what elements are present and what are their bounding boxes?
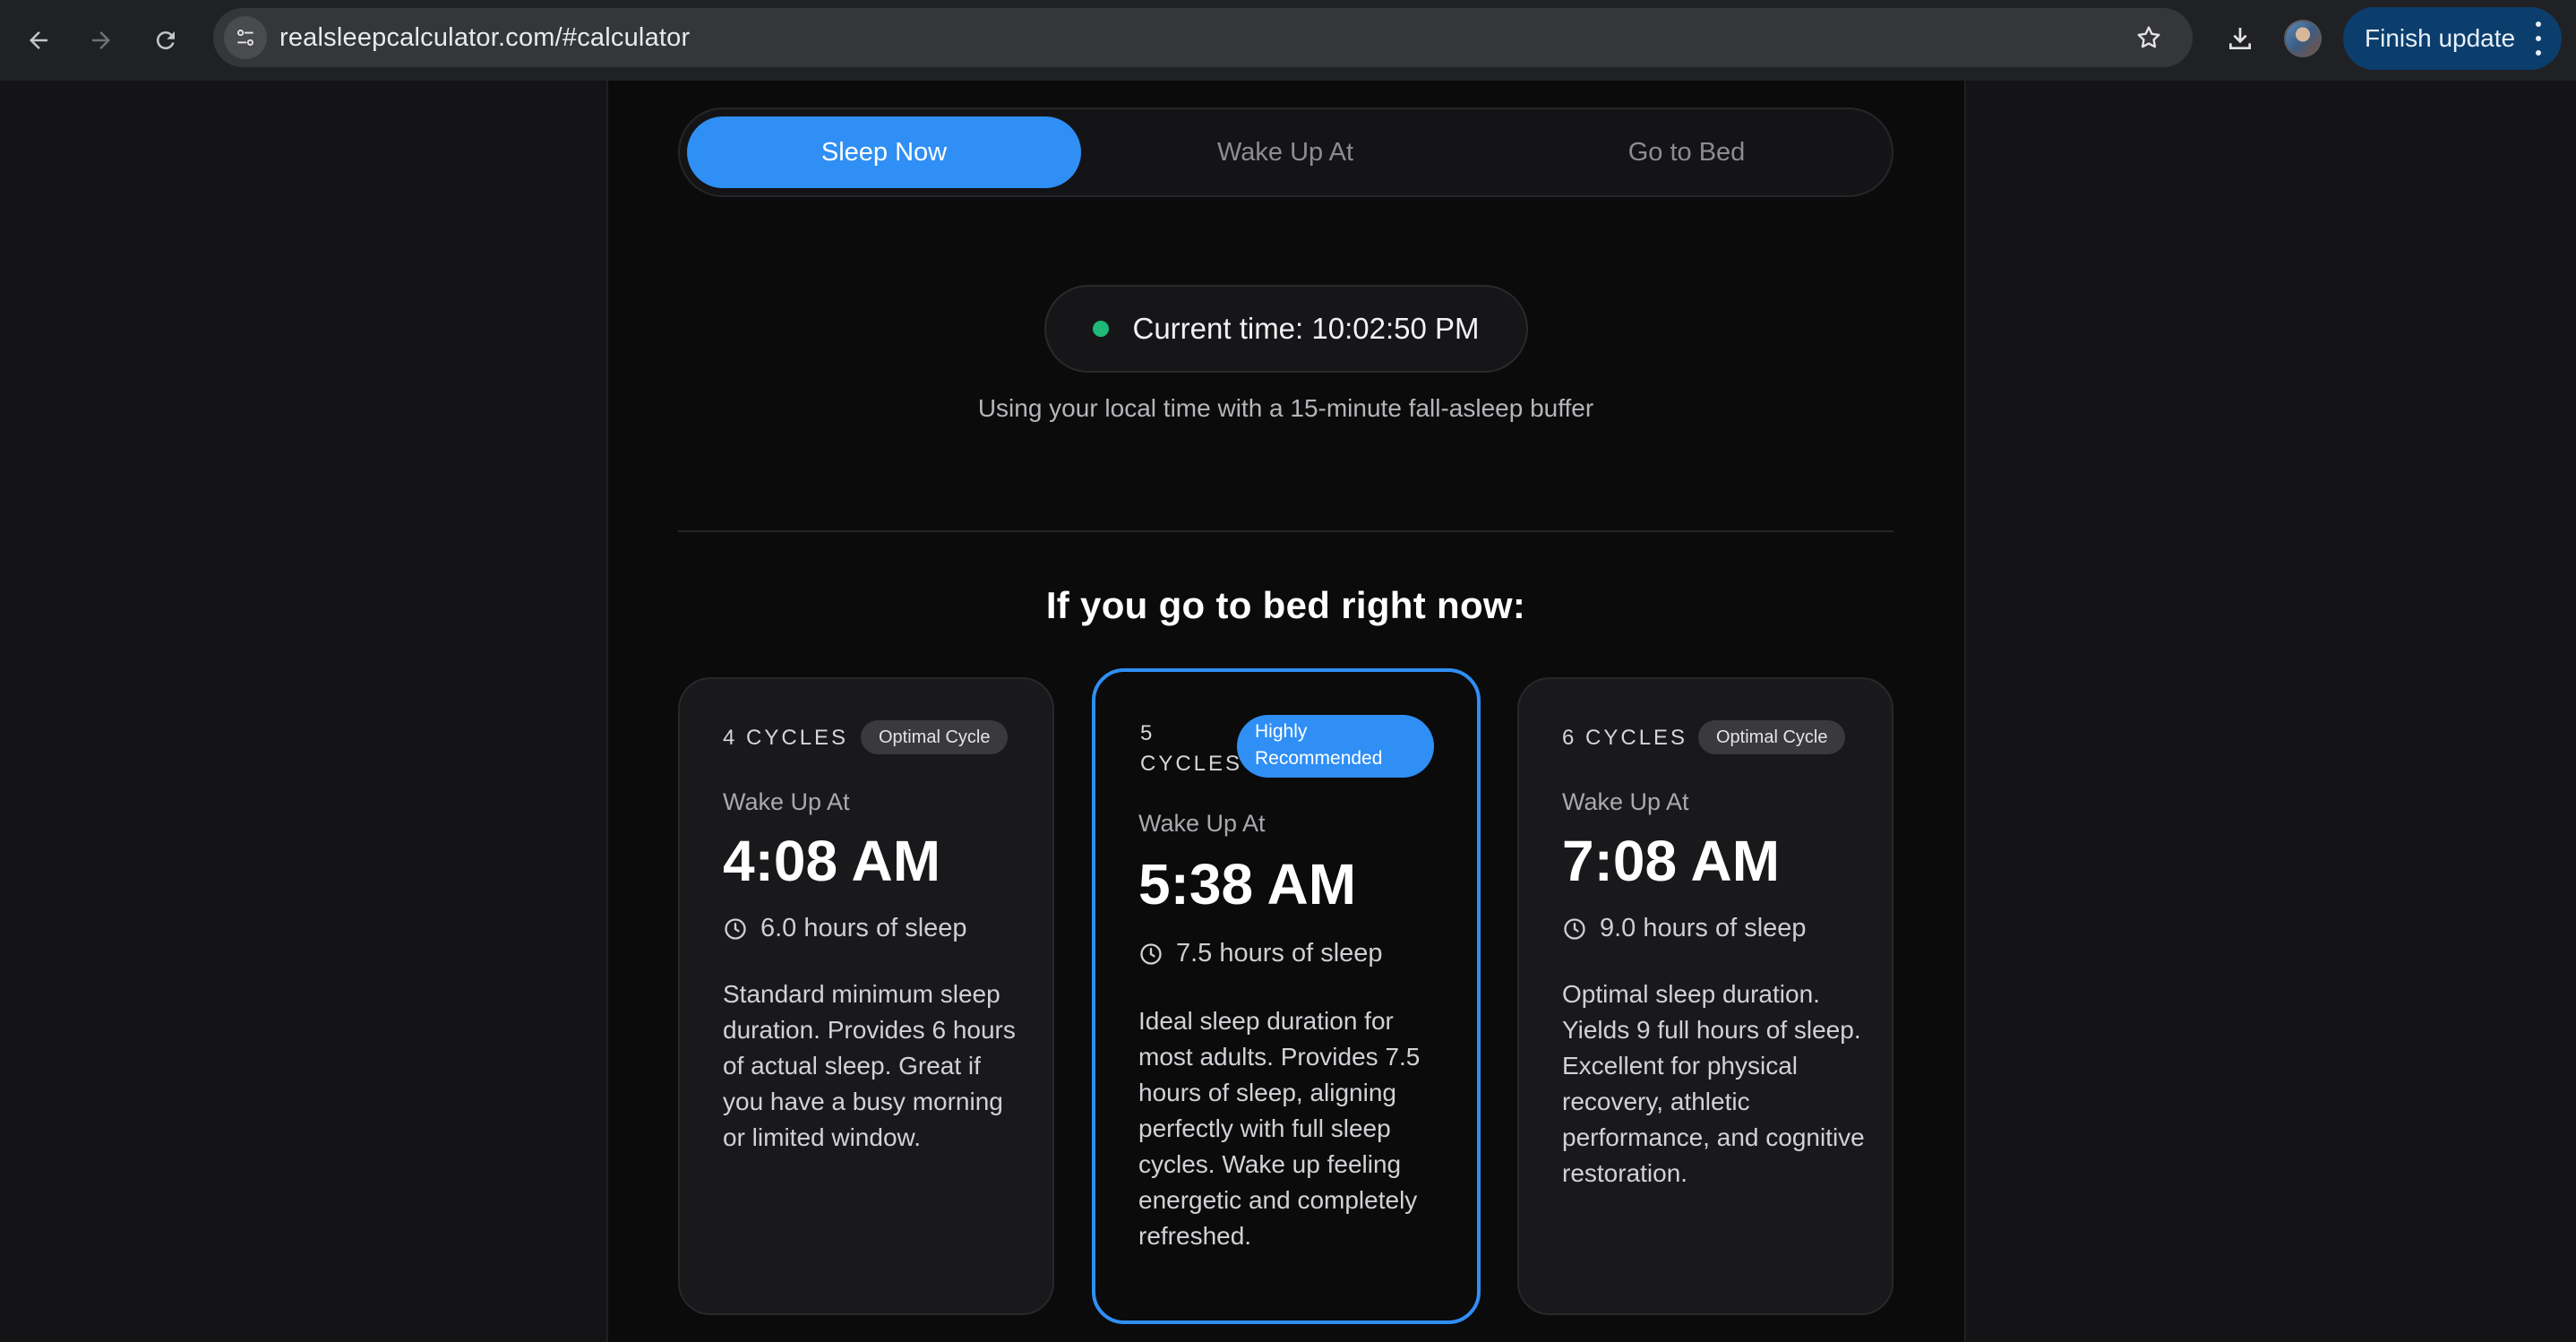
cycle-count: 4 CYCLES [723, 726, 849, 750]
sleep-hours: 9.0 hours of sleep [1562, 914, 1807, 943]
wake-time: 5:38 AM [1138, 852, 1357, 916]
tab-wake-up-at[interactable]: Wake Up At [1088, 116, 1482, 188]
wake-label: Wake Up At [1138, 810, 1266, 837]
optimal-badge: Optimal Cycle [861, 720, 1009, 754]
downloads-button[interactable] [2218, 16, 2263, 61]
back-arrow-icon [30, 31, 47, 49]
mode-tabs: Sleep Now Wake Up At Go to Bed [678, 108, 1893, 197]
optimal-badge: Optimal Cycle [1698, 720, 1846, 754]
tab-sleep-now[interactable]: Sleep Now [687, 116, 1081, 188]
site-info-button[interactable] [224, 16, 267, 59]
sleep-hours-text: 6.0 hours of sleep [760, 914, 967, 942]
cycle-card-5[interactable]: 5 CYCLES Highly Recommended Wake Up At 5… [1092, 668, 1481, 1324]
wake-label: Wake Up At [723, 788, 850, 815]
site-info-icon [237, 30, 253, 46]
current-time-pill: Current time: 10:02:50 PM [1044, 285, 1528, 373]
clock-icon [1564, 917, 1585, 940]
results-heading: If you go to bed right now: [1045, 584, 1526, 626]
cycle-card-4[interactable]: 4 CYCLES Optimal Cycle Wake Up At 4:08 A… [678, 677, 1054, 1315]
address-bar[interactable]: realsleepcalculator.com/#calculator [213, 8, 2193, 67]
forward-arrow-icon [92, 31, 110, 49]
browser-toolbar: realsleepcalculator.com/#calculator Fini… [0, 0, 2576, 81]
back-button[interactable] [16, 18, 61, 63]
finish-update-button[interactable]: Finish update [2343, 7, 2562, 70]
cycle-description: Standard minimum sleep duration. Provide… [723, 980, 1016, 1151]
forward-button[interactable] [79, 18, 124, 63]
reload-icon [156, 31, 175, 50]
finish-update-label: Finish update [2365, 24, 2516, 52]
avatar[interactable] [2284, 20, 2322, 57]
cycle-description: Ideal sleep duration for most adults. Pr… [1138, 1007, 1421, 1250]
current-time-label: Current time: 10:02:50 PM [1132, 312, 1480, 345]
clock-icon [725, 917, 746, 940]
divider [678, 530, 1893, 532]
more-vert-icon [2535, 22, 2542, 56]
sleep-hours: 6.0 hours of sleep [723, 914, 967, 943]
sleep-hours-text: 9.0 hours of sleep [1600, 914, 1807, 942]
bookmark-button[interactable] [2130, 19, 2168, 56]
cycle-count: 6 CYCLES [1562, 726, 1688, 750]
sleep-hours: 7.5 hours of sleep [1138, 939, 1383, 968]
url-text[interactable]: realsleepcalculator.com/#calculator [279, 8, 690, 67]
cycle-count: 5 CYCLES [1140, 721, 1243, 776]
wake-time: 7:08 AM [1562, 829, 1781, 893]
download-icon [2229, 28, 2251, 49]
highly-recommended-badge: Highly Recommended [1237, 715, 1434, 778]
time-note: Using your local time with a 15-minute f… [977, 394, 1594, 422]
reload-button[interactable] [143, 18, 188, 63]
sleep-hours-text: 7.5 hours of sleep [1176, 939, 1383, 968]
wake-label: Wake Up At [1562, 788, 1689, 815]
clock-icon [1140, 942, 1162, 965]
status-dot [1093, 321, 1110, 337]
tab-go-to-bed[interactable]: Go to Bed [1490, 116, 1884, 188]
cycle-card-6[interactable]: 6 CYCLES Optimal Cycle Wake Up At 7:08 A… [1517, 677, 1893, 1315]
cycle-description: Optimal sleep duration. Yields 9 full ho… [1562, 980, 1865, 1187]
star-icon [2137, 26, 2160, 48]
wake-time: 4:08 AM [723, 829, 941, 893]
